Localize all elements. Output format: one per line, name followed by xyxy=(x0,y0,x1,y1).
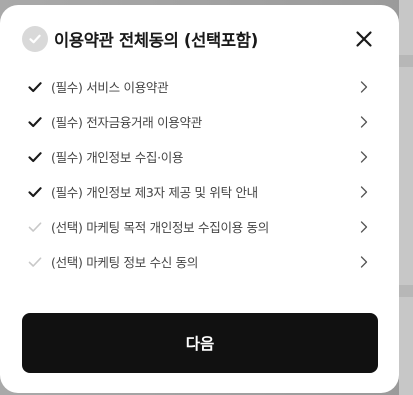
check-icon[interactable] xyxy=(28,115,42,129)
close-button[interactable] xyxy=(354,29,374,49)
modal-header: 이용약관 전체동의 (선택포함) xyxy=(22,25,378,53)
check-icon[interactable] xyxy=(28,80,42,94)
chevron-right-icon[interactable] xyxy=(359,185,369,199)
check-icon[interactable] xyxy=(28,150,42,164)
terms-agreement-modal: 이용약관 전체동의 (선택포함) (필수) 서비스 이용약관 (필수) 전자금융거… xyxy=(0,5,399,393)
term-item[interactable]: (필수) 서비스 이용약관 xyxy=(28,69,373,104)
term-label: (필수) 개인정보 제3자 제공 및 위탁 안내 xyxy=(51,185,258,200)
term-item[interactable]: (필수) 개인정보 수집·이용 xyxy=(28,139,373,174)
term-label: (필수) 전자금융거래 이용약관 xyxy=(51,115,202,130)
term-item[interactable]: (필수) 개인정보 제3자 제공 및 위탁 안내 xyxy=(28,174,373,209)
next-button[interactable]: 다음 xyxy=(22,313,378,373)
term-label: (필수) 개인정보 수집·이용 xyxy=(51,150,184,165)
term-item[interactable]: (선택) 마케팅 정보 수신 동의 xyxy=(28,244,373,279)
term-label: (선택) 마케팅 정보 수신 동의 xyxy=(51,255,199,270)
terms-list: (필수) 서비스 이용약관 (필수) 전자금융거래 이용약관 (필수) 개인정보 수… xyxy=(28,69,373,279)
agree-all-checkbox[interactable] xyxy=(22,26,48,52)
close-icon xyxy=(356,31,372,47)
term-label: (선택) 마케팅 목적 개인정보 수집이용 동의 xyxy=(51,220,269,235)
term-label: (필수) 서비스 이용약관 xyxy=(51,80,169,95)
check-icon[interactable] xyxy=(28,185,42,199)
chevron-right-icon[interactable] xyxy=(359,150,369,164)
scrollbar-segment xyxy=(399,285,413,297)
check-circle-icon xyxy=(29,34,41,44)
chevron-right-icon[interactable] xyxy=(359,220,369,234)
scrollbar-segment xyxy=(399,55,413,67)
term-item[interactable]: (선택) 마케팅 목적 개인정보 수집이용 동의 xyxy=(28,209,373,244)
chevron-right-icon[interactable] xyxy=(359,255,369,269)
check-icon[interactable] xyxy=(28,220,42,234)
modal-title[interactable]: 이용약관 전체동의 (선택포함) xyxy=(54,27,258,51)
check-icon[interactable] xyxy=(28,255,42,269)
background-scrollbar xyxy=(399,0,413,395)
chevron-right-icon[interactable] xyxy=(359,80,369,94)
term-item[interactable]: (필수) 전자금융거래 이용약관 xyxy=(28,104,373,139)
chevron-right-icon[interactable] xyxy=(359,115,369,129)
